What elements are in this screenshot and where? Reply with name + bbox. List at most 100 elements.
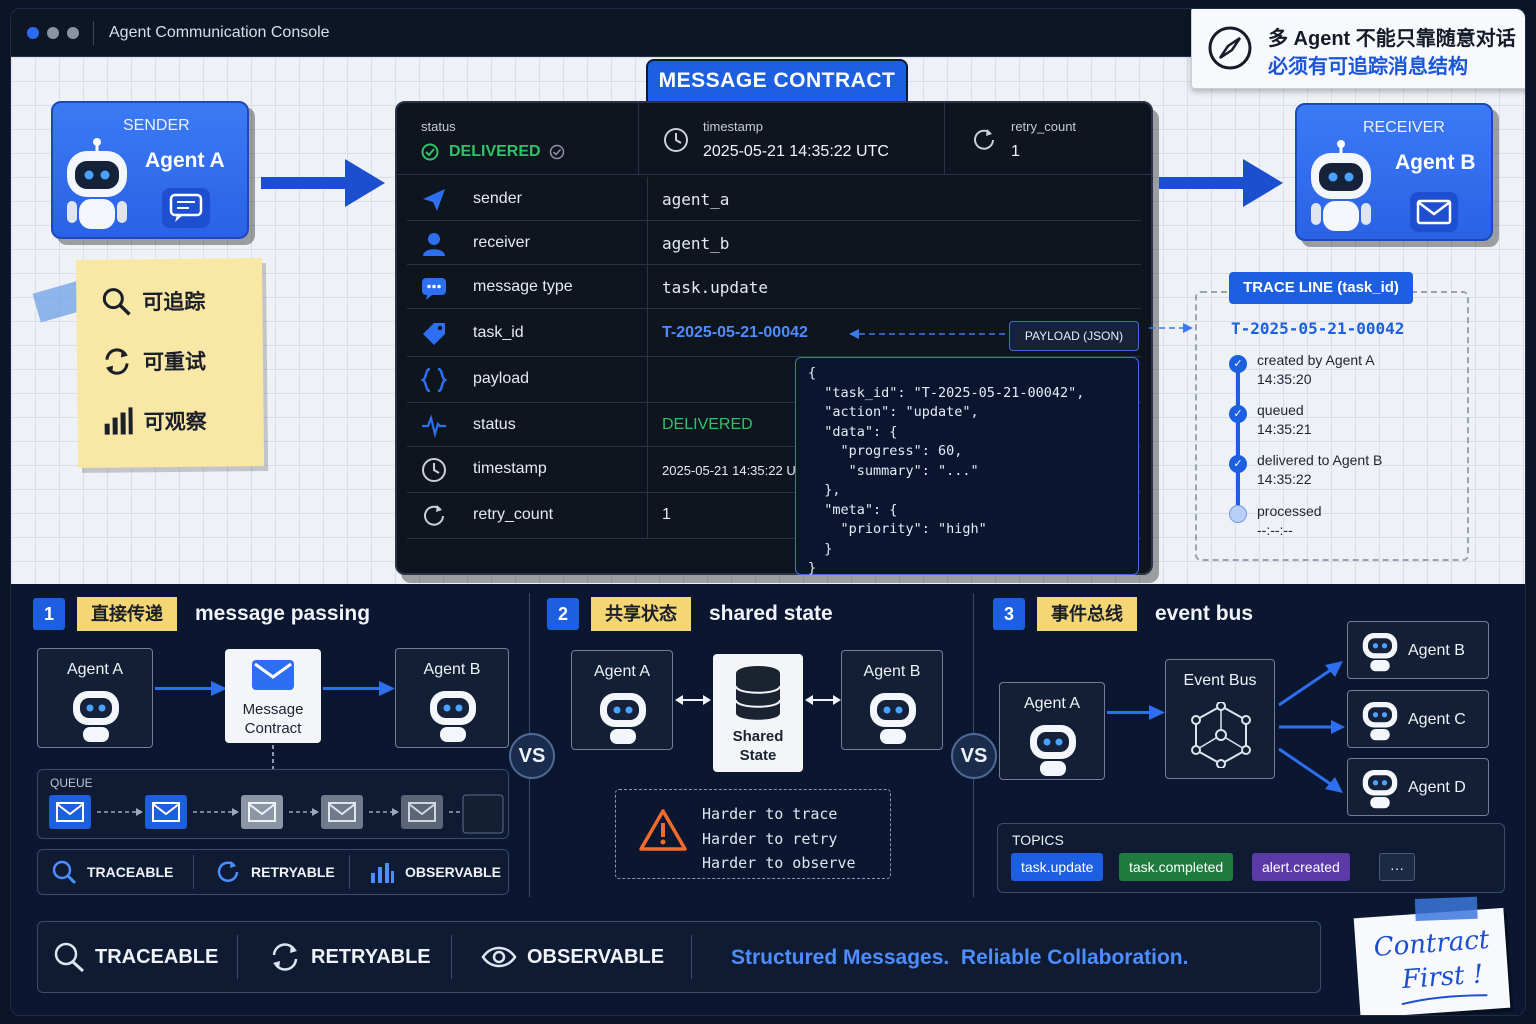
robot-icon bbox=[1362, 702, 1398, 741]
node-label: Contract bbox=[244, 720, 302, 737]
message-contract-node[interactable]: Message Contract bbox=[225, 649, 321, 743]
field-row-sender[interactable]: sender agent_a bbox=[407, 177, 1141, 221]
feature-label: OBSERVABLE bbox=[405, 864, 501, 880]
window-dot-icon[interactable] bbox=[47, 27, 59, 39]
field-value: 1 bbox=[662, 506, 671, 523]
check-icon: ✓ bbox=[1229, 455, 1247, 473]
agent-a-node[interactable]: Agent A bbox=[999, 682, 1105, 780]
event-bus-node[interactable]: Event Bus bbox=[1165, 659, 1275, 779]
footer-traceable: TRACEABLE bbox=[53, 941, 218, 973]
sender-name: Agent A bbox=[145, 149, 225, 172]
check-circle-icon bbox=[549, 144, 565, 160]
divider bbox=[349, 855, 350, 889]
robot-icon bbox=[1362, 770, 1398, 809]
chat-icon bbox=[422, 278, 446, 300]
trace-event: delivered to Agent B 14:35:22 bbox=[1257, 452, 1383, 487]
status-label: status bbox=[421, 119, 456, 134]
subscriber-agent-c[interactable]: Agent C bbox=[1347, 690, 1489, 748]
database-icon bbox=[735, 666, 781, 720]
field-value: agent_a bbox=[662, 190, 730, 209]
console-window: Agent Communication Console 多 Agent 不能只靠… bbox=[10, 8, 1526, 1016]
message-contract-tab[interactable]: MESSAGE CONTRACT bbox=[648, 61, 906, 101]
robot-icon bbox=[67, 138, 127, 229]
sticky-item-retryable: 可重试 bbox=[101, 345, 206, 378]
panel-number: 2 bbox=[547, 598, 579, 630]
topic-chip[interactable]: task.completed bbox=[1119, 853, 1234, 881]
node-label: Agent A bbox=[66, 661, 124, 678]
sticky-item-label: 可观察 bbox=[143, 410, 207, 435]
field-value: agent_b bbox=[662, 234, 730, 253]
agent-b-node[interactable]: Agent B bbox=[841, 650, 943, 750]
trace-event: created by Agent A 14:35:20 bbox=[1257, 352, 1375, 387]
feature-observable: OBSERVABLE bbox=[369, 859, 501, 885]
topic-chip[interactable]: alert.created bbox=[1252, 853, 1350, 881]
sticky-item-label: 可追踪 bbox=[142, 290, 206, 315]
node-label: Agent B bbox=[863, 663, 921, 680]
payload-json-viewer[interactable]: { "task_id": "T-2025-05-21-00042", "acti… bbox=[795, 357, 1139, 576]
timeline-line bbox=[1236, 363, 1240, 513]
tape-decoration bbox=[1414, 896, 1478, 921]
shared-state-node[interactable]: Shared State bbox=[713, 654, 803, 772]
topic-chip[interactable]: task.update bbox=[1011, 853, 1104, 881]
panel-2-header: 2 共享状态 shared state bbox=[547, 597, 833, 631]
warning-item: Harder to trace bbox=[702, 805, 838, 823]
callout-line-2: 必须有可追踪消息结构 bbox=[1268, 56, 1468, 78]
network-hub-icon bbox=[1191, 702, 1251, 768]
timestamp-label: timestamp bbox=[703, 119, 763, 134]
receiver-card[interactable]: RECEIVER Agent B bbox=[1295, 103, 1493, 241]
status-cell: status DELIVERED bbox=[397, 103, 639, 175]
feature-traceable: TRACEABLE bbox=[51, 859, 173, 885]
trace-line-tab[interactable]: TRACE LINE (task_id) bbox=[1229, 272, 1413, 304]
sender-role: SENDER bbox=[123, 117, 190, 134]
footer-label: OBSERVABLE bbox=[527, 945, 665, 968]
subscriber-agent-b[interactable]: Agent B bbox=[1347, 621, 1489, 679]
warning-list: Harder to trace Harder to retry Harder t… bbox=[702, 802, 856, 876]
node-label: Agent C bbox=[1408, 711, 1466, 728]
arrow-right-icon bbox=[155, 681, 227, 696]
field-key: payload bbox=[473, 370, 530, 387]
task-id-link[interactable]: T-2025-05-21-00042 bbox=[662, 324, 808, 342]
eye-icon bbox=[481, 946, 517, 968]
robot-icon bbox=[600, 693, 646, 744]
vs-badge: VS bbox=[509, 733, 555, 779]
warning-item: Harder to retry bbox=[702, 829, 838, 848]
field-row-receiver[interactable]: receiver agent_b bbox=[407, 221, 1141, 265]
field-key: timestamp bbox=[473, 460, 547, 477]
divider bbox=[451, 935, 452, 979]
dashed-connector bbox=[272, 745, 274, 771]
pulse-icon bbox=[422, 414, 446, 439]
node-label: Agent A bbox=[1023, 695, 1081, 712]
node-label: Shared bbox=[732, 728, 784, 745]
field-key: sender bbox=[473, 190, 522, 207]
agent-a-node[interactable]: Agent A bbox=[571, 650, 673, 750]
braces-icon bbox=[421, 367, 447, 393]
field-value: DELIVERED bbox=[662, 416, 753, 433]
panel-1-header: 1 直接传递 message passing bbox=[33, 597, 370, 631]
tag-icon bbox=[423, 323, 445, 345]
bar-chart-icon bbox=[371, 863, 394, 883]
subscriber-agent-d[interactable]: Agent D bbox=[1347, 758, 1489, 816]
more-topics-chip[interactable]: ··· bbox=[1379, 853, 1415, 881]
panel-cn-title: 事件总线 bbox=[1037, 597, 1137, 631]
panel-number: 1 bbox=[33, 598, 65, 630]
footer-label: RETRYABLE bbox=[311, 945, 431, 968]
message-contract-panel: status DELIVERED timestamp 2025-05-21 14… bbox=[395, 101, 1153, 576]
robot-icon bbox=[1311, 140, 1371, 231]
check-icon: ✓ bbox=[1229, 405, 1247, 423]
payload-json-tag[interactable]: PAYLOAD (JSON) bbox=[1009, 321, 1139, 351]
window-dot-icon[interactable] bbox=[67, 27, 79, 39]
window-dot-icon[interactable] bbox=[27, 27, 39, 39]
agent-a-node[interactable]: Agent A bbox=[37, 648, 153, 748]
field-value: task.update bbox=[662, 278, 768, 297]
sticky-note: 可追踪 可重试 可观察 bbox=[75, 258, 265, 468]
trace-task-id[interactable]: T-2025-05-21-00042 bbox=[1231, 319, 1404, 338]
node-label: Agent B bbox=[1408, 642, 1465, 659]
retry-icon bbox=[272, 943, 298, 971]
field-row-message-type[interactable]: message type task.update bbox=[407, 265, 1141, 309]
panel-en-title: event bus bbox=[1155, 602, 1254, 625]
agent-b-node[interactable]: Agent B bbox=[395, 648, 509, 748]
robot-icon bbox=[73, 691, 119, 742]
check-circle-icon bbox=[421, 143, 439, 161]
sender-card[interactable]: SENDER Agent A bbox=[51, 101, 249, 239]
field-key: task_id bbox=[473, 324, 524, 341]
